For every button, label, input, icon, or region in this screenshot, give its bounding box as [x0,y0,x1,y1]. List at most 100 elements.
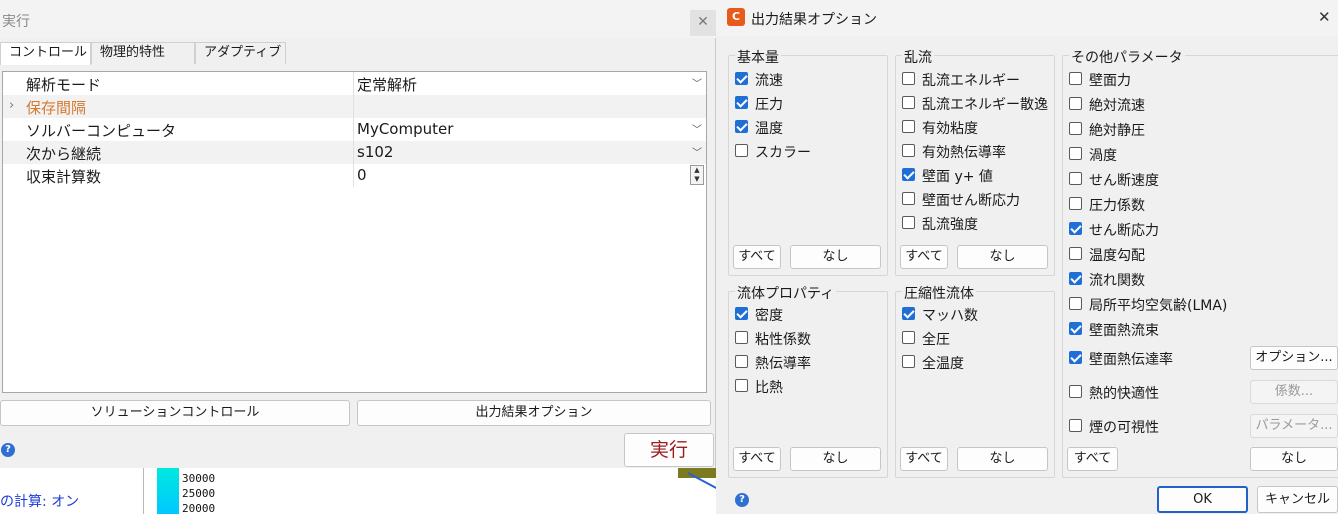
checkbox-box[interactable] [1069,172,1082,185]
grid-row-save-interval[interactable]: › 保存間隔 [3,95,706,118]
row-divider [353,164,354,187]
select-all-button[interactable]: すべて [1067,447,1118,471]
chevron-right-icon[interactable]: › [9,98,14,113]
calc-status-link[interactable]: の計算: オン [0,491,79,511]
checkbox-box[interactable] [735,307,748,320]
background-app [0,468,716,514]
select-all-button[interactable]: すべて [733,447,781,471]
row-divider [353,141,354,164]
checkbox-box[interactable] [1069,197,1082,210]
options-button[interactable]: オプション... [1250,346,1338,370]
close-icon[interactable]: ✕ [1318,8,1331,26]
checkbox-box[interactable] [1069,272,1082,285]
checkbox-box[interactable] [902,216,915,229]
parameters-button[interactable]: パラメータ... [1250,414,1338,438]
grid-row-analysis-mode[interactable]: 解析モード 定常解析 ﹀ [3,72,706,95]
grid-row-iterations[interactable]: 収束計算数 0 ▲ ▼ [3,164,706,187]
checkbox-box[interactable] [1069,385,1082,398]
checkbox-box[interactable] [902,120,915,133]
checkbox-box[interactable] [1069,297,1082,310]
chevron-down-icon[interactable]: ﹀ [692,75,702,90]
checkbox-box[interactable] [902,331,915,344]
checkbox-box[interactable] [1069,322,1082,335]
run-dialog-title: 実行 [2,14,30,30]
chevron-down-icon[interactable]: ﹀ [692,121,702,136]
checkbox-box[interactable] [902,96,915,109]
select-all-button[interactable]: すべて [733,245,781,269]
legend-tick: 30000 [182,472,216,485]
output-options-button[interactable]: 出力結果オプション [357,400,711,426]
checkbox-box[interactable] [902,72,915,85]
checkbox-box[interactable] [735,96,748,109]
checkbox-box[interactable] [735,355,748,368]
run-dialog: 実行 ✕ コントロール 物理的特性 アダプティブ 解析モード 定常解析 ﹀ › … [0,0,716,468]
help-icon[interactable]: ? [735,493,749,507]
checkbox-box[interactable] [735,331,748,344]
chevron-down-icon[interactable]: ﹀ [692,144,702,159]
select-none-button[interactable]: なし [957,245,1048,269]
group-basic-quantities: 基本量 流速 圧力 温度 スカラー すべて なし [728,47,888,276]
row-value[interactable]: MyComputer [357,120,453,138]
grid-row-continue-from[interactable]: 次から継続 s102 ﹀ [3,141,706,164]
background-divider [143,468,144,514]
row-value[interactable]: s102 [357,143,393,161]
row-divider [353,95,354,118]
row-value[interactable]: 定常解析 [357,74,417,95]
group-label: その他パラメータ [1069,47,1185,67]
checkbox-box[interactable] [902,355,915,368]
select-none-button[interactable]: なし [1250,447,1338,471]
row-divider [353,118,354,141]
options-dialog-title: 出力結果オプション [751,12,877,28]
select-none-button[interactable]: なし [790,447,881,471]
help-icon[interactable]: ? [1,443,15,457]
checkbox-box[interactable] [902,144,915,157]
row-divider [353,72,354,95]
row-label: 解析モード [26,76,102,94]
checkbox-box[interactable] [902,192,915,205]
tab-control[interactable]: コントロール [0,42,91,65]
cancel-button[interactable]: キャンセル [1257,486,1338,513]
run-dialog-titlebar: 実行 ✕ [0,0,716,38]
spinner-icon[interactable]: ▲ ▼ [690,165,704,185]
select-all-button[interactable]: すべて [900,447,948,471]
tab-physical-properties[interactable]: 物理的特性 [91,42,195,64]
checkbox-box[interactable] [1069,122,1082,135]
checkbox-box[interactable] [735,72,748,85]
group-turbulence: 乱流 乱流エネルギー 乱流エネルギー散逸 有効粘度 有効熱伝導率 壁面 y+ 値… [895,47,1055,276]
checkbox-box[interactable] [1069,72,1082,85]
checkbox-box[interactable] [735,120,748,133]
select-all-button[interactable]: すべて [900,245,948,269]
row-value[interactable]: 0 [357,166,367,184]
select-none-button[interactable]: なし [790,245,881,269]
solution-control-button[interactable]: ソリューションコントロール [0,400,350,426]
run-button[interactable]: 実行 [624,433,714,467]
color-legend-bar [157,468,179,514]
select-none-button[interactable]: なし [957,447,1048,471]
checkbox-box[interactable] [1069,147,1082,160]
checkbox-box[interactable] [735,144,748,157]
group-fluid-properties: 流体プロパティ 密度 粘性係数 熱伝導率 比熱 すべて なし [728,283,888,478]
property-grid: 解析モード 定常解析 ﹀ › 保存間隔 ソルバーコンピュータ MyCompute… [2,71,707,393]
group-label: 基本量 [735,47,781,67]
checkbox-box[interactable] [1069,351,1082,364]
checkbox-box[interactable] [1069,222,1082,235]
ok-button[interactable]: OK [1157,486,1248,513]
checkbox-box[interactable] [902,307,915,320]
checkbox-box[interactable] [735,379,748,392]
row-label: 次から継続 [26,145,102,163]
group-compressible: 圧縮性流体 マッハ数 全圧 全温度 すべて なし [895,283,1055,478]
row-label: ソルバーコンピュータ [26,122,177,140]
checkbox-box[interactable] [1069,419,1082,432]
coefficients-button[interactable]: 係数... [1250,380,1338,404]
checkbox-box[interactable] [1069,247,1082,260]
options-titlebar: C 出力結果オプション ✕ [716,0,1338,36]
checkbox-box[interactable] [902,168,915,181]
app-logo-icon: C [727,8,745,26]
group-other-parameters: その他パラメータ 壁面力 絶対流速 絶対静圧 渦度 せん断速度 圧力係数 せん断… [1062,47,1338,478]
row-label: 保存間隔 [26,99,87,117]
tab-adaptive[interactable]: アダプティブ [195,42,286,64]
grid-row-solver-computer[interactable]: ソルバーコンピュータ MyComputer ﹀ [3,118,706,141]
close-icon[interactable]: ✕ [690,10,716,36]
group-label: 流体プロパティ [735,283,837,303]
checkbox-box[interactable] [1069,97,1082,110]
